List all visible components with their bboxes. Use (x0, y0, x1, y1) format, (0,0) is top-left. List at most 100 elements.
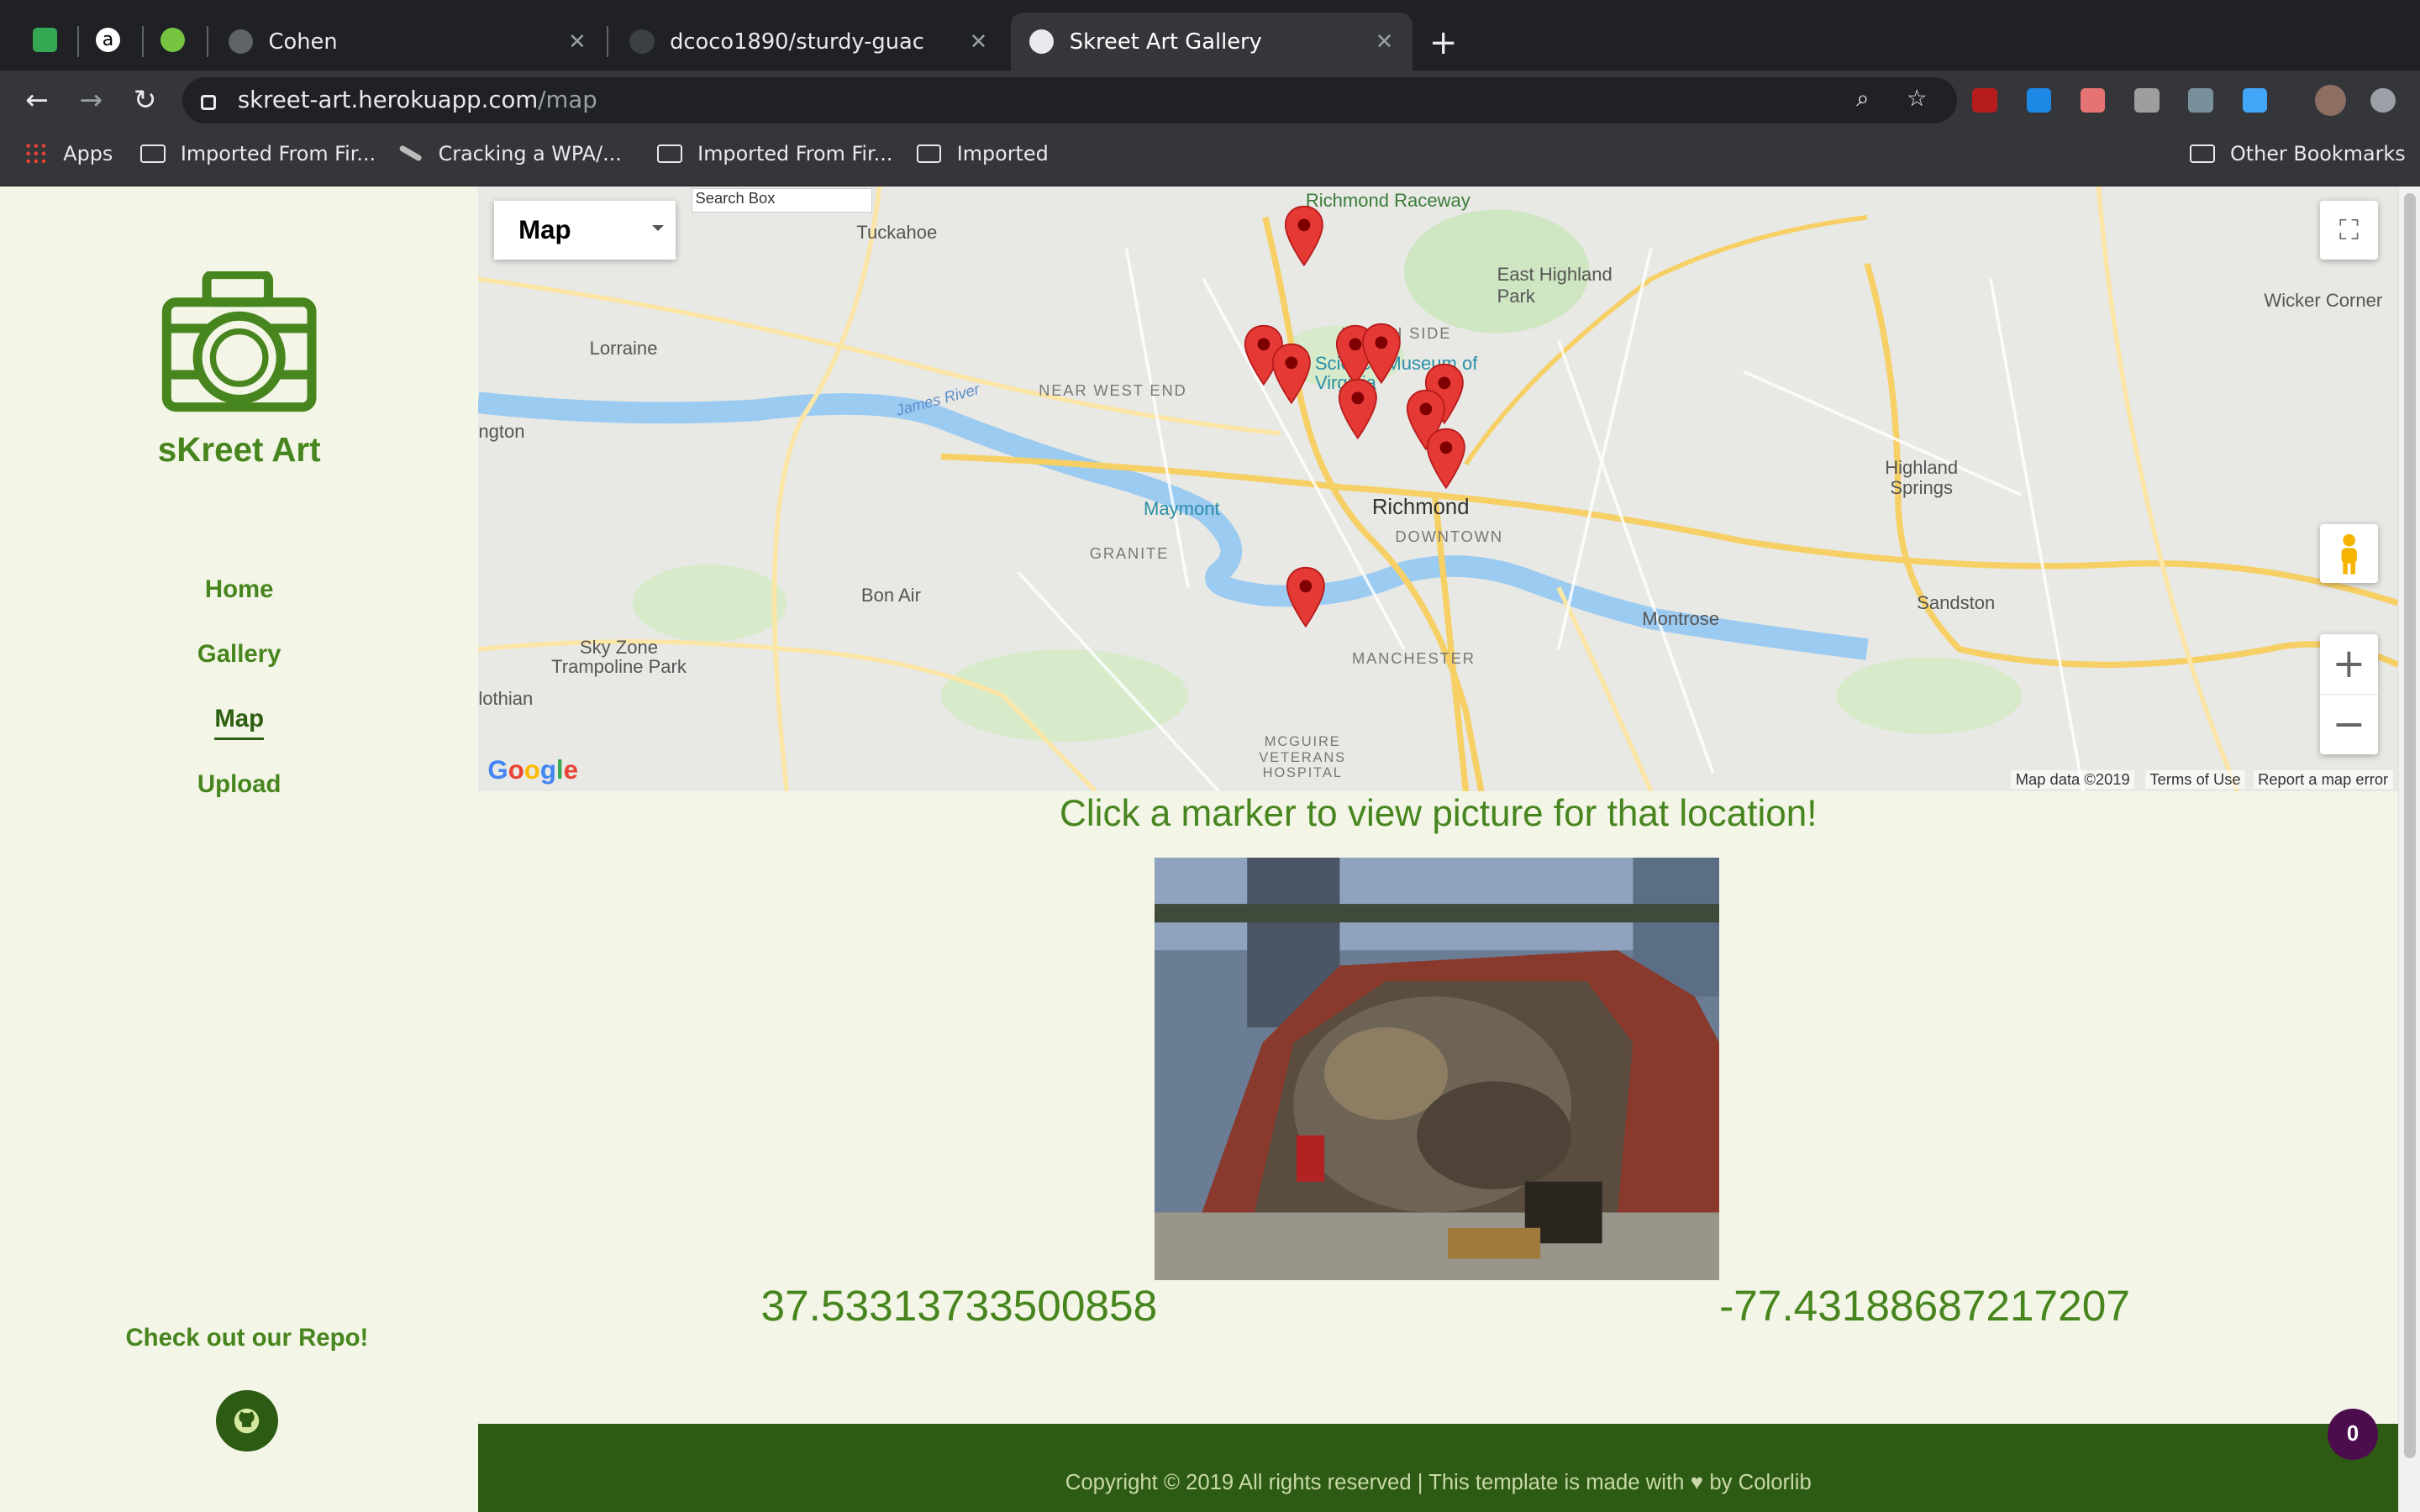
place-manchester: MANCHESTER (1351, 649, 1476, 668)
map-marker[interactable] (1361, 323, 1402, 385)
back-icon[interactable]: ← (18, 83, 55, 116)
close-tab-icon[interactable]: ✕ (1369, 29, 1400, 55)
map-tiles[interactable] (478, 186, 2399, 792)
close-tab-icon[interactable]: ✕ (963, 29, 994, 55)
browser-tab-bar: a Cohen ✕ dcoco1890/sturdy-guac ✕ Skreet… (0, 0, 2420, 71)
bookmark-folder[interactable]: Imported (916, 142, 1049, 165)
zoom-out-icon[interactable]: − (2320, 695, 2379, 755)
lock-icon (200, 94, 217, 111)
camera-extension-icon[interactable] (2242, 87, 2268, 113)
browser-toolbar: ← → ↻ skreet-art.herokuapp.com/map ⌕ ☆ (0, 71, 2420, 130)
terms-of-use-link[interactable]: Terms of Use (2145, 769, 2246, 789)
place-highland-springs: Highland Springs (1885, 457, 1959, 499)
place-montrose: Montrose (1642, 607, 1720, 629)
place-sandston: Sandston (1917, 592, 1996, 614)
google-map[interactable]: Richmond Raceway Tuckahoe East Highland … (478, 186, 2399, 792)
address-bar[interactable]: skreet-art.herokuapp.com/map (182, 76, 1957, 123)
github-icon (629, 29, 655, 55)
nav-map[interactable]: Map (0, 705, 478, 740)
place-ngton: ngton (478, 421, 525, 443)
map-search-input[interactable]: Search Box (691, 188, 872, 213)
map-marker[interactable] (1426, 428, 1466, 489)
longitude-value: -77.43188687217207 (1719, 1281, 2130, 1331)
apps-grid-icon (24, 142, 48, 165)
nav-gallery[interactable]: Gallery (0, 640, 478, 669)
profile-avatar[interactable] (2315, 85, 2346, 116)
scrollbar-thumb[interactable] (2403, 192, 2417, 1458)
ublock-icon[interactable] (1972, 87, 1997, 113)
pinned-tab-1[interactable] (18, 17, 71, 63)
report-map-error-link[interactable]: Report a map error (2253, 769, 2393, 789)
place-east-highland-park: East Highland Park (1497, 264, 1612, 307)
bookmark-folder[interactable]: Imported From Fir... (657, 142, 892, 165)
place-richmond: Richmond (1371, 495, 1470, 519)
place-wicker-corner: Wicker Corner (2264, 290, 2383, 312)
extension-icon[interactable] (2134, 87, 2160, 113)
nav-upload[interactable]: Upload (0, 770, 478, 799)
reload-icon[interactable]: ↻ (127, 83, 164, 116)
zoom-icon[interactable]: ⌕ (1850, 86, 1875, 111)
bookmark-apps[interactable]: Apps (24, 142, 113, 165)
bookmark-link[interactable]: Cracking a WPA/... (397, 142, 622, 165)
place-mcguire-hospital: MCGUIRE VETERANS HOSPITAL (1259, 733, 1347, 780)
extension-icon[interactable] (2080, 87, 2106, 113)
map-marker[interactable] (1286, 566, 1326, 628)
bookmark-folder[interactable]: Imported From Fir... (140, 142, 376, 165)
bookmarks-bar: Apps Imported From Fir... Cracking a WPA… (0, 129, 2420, 187)
place-lothian: lothian (478, 688, 534, 710)
amazon-icon: a (95, 28, 121, 53)
github-icon (234, 1408, 260, 1434)
css-icon[interactable] (2188, 87, 2213, 113)
place-sky-zone: Sky Zone Trampoline Park (551, 636, 687, 678)
notification-badge[interactable]: 0 (2327, 1408, 2379, 1460)
folder-icon (2190, 144, 2215, 163)
folder-icon (657, 144, 682, 163)
extension-icon[interactable] (2026, 87, 2051, 113)
place-richmond-raceway: Richmond Raceway (1305, 189, 1470, 211)
fullscreen-icon[interactable]: ⛶ (2319, 200, 2379, 260)
other-bookmarks[interactable]: Other Bookmarks (2190, 142, 2406, 165)
link-icon (397, 144, 424, 163)
place-downtown: DOWNTOWN (1395, 528, 1503, 546)
street-view-pegman-icon[interactable] (2319, 524, 2379, 584)
frog-icon (160, 28, 186, 53)
google-logo[interactable]: Google (487, 755, 578, 785)
new-tab-button[interactable]: + (1429, 22, 1458, 62)
page-scrollbar[interactable] (2398, 186, 2420, 1512)
close-tab-icon[interactable]: ✕ (562, 29, 593, 55)
map-marker[interactable] (1271, 343, 1312, 404)
site-footer: Copyright © 2019 All rights reserved | T… (478, 1424, 2399, 1512)
pinned-tab-3[interactable] (146, 17, 198, 63)
map-data-attribution: Map data ©2019 (2011, 769, 2135, 789)
place-maymont: Maymont (1143, 498, 1220, 520)
zoom-in-icon[interactable]: + (2319, 634, 2379, 695)
github-repo-button[interactable] (216, 1389, 278, 1452)
zoom-controls: + − (2319, 633, 2379, 755)
forward-icon[interactable]: → (72, 83, 109, 116)
owl-icon (32, 28, 57, 53)
pinned-tab-2[interactable]: a (82, 17, 134, 63)
heart-icon: ♥ (1690, 1471, 1703, 1495)
update-icon[interactable] (2370, 87, 2396, 113)
folder-icon (140, 144, 166, 163)
map-marker[interactable] (1338, 378, 1378, 440)
globe-icon (1029, 29, 1055, 55)
place-lorraine: Lorraine (589, 338, 658, 360)
latitude-value: 37.53313733500858 (760, 1281, 1158, 1331)
tab-cohen[interactable]: Cohen ✕ (210, 13, 605, 71)
dropdown-caret-icon (651, 225, 664, 231)
camera-logo-icon[interactable] (160, 271, 318, 413)
map-marker[interactable] (1284, 205, 1324, 267)
place-tuckahoe: Tuckahoe (856, 222, 938, 244)
star-icon[interactable]: ☆ (1904, 86, 1928, 111)
repo-callout: Check out our Repo! (125, 1323, 369, 1352)
page-headline: Click a marker to view picture for that … (1060, 793, 1818, 835)
brand-name[interactable]: sKreet Art (0, 430, 478, 470)
tab-skreet-art[interactable]: Skreet Art Gallery ✕ (1011, 12, 1413, 71)
nav-home[interactable]: Home (0, 575, 478, 604)
tab-github[interactable]: dcoco1890/sturdy-guac ✕ (611, 13, 1006, 71)
map-type-select[interactable]: Map (493, 200, 676, 260)
street-art-photo (1154, 858, 1720, 1281)
place-bon-air: Bon Air (860, 585, 921, 606)
globe-icon (228, 29, 254, 55)
